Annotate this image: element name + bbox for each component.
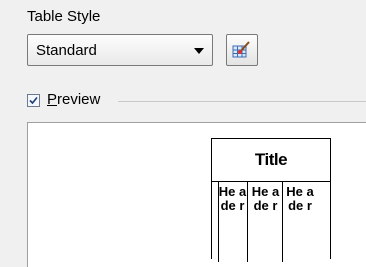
preview-label[interactable]: Preview xyxy=(47,91,100,108)
preview-checkbox[interactable] xyxy=(27,94,40,107)
sample-header-cell: He ade r xyxy=(218,182,248,262)
sample-table-title: Title xyxy=(212,139,330,182)
table-style-dropdown[interactable]: Standard xyxy=(27,34,213,66)
edit-table-style-button[interactable] xyxy=(226,34,258,66)
sample-header-cell: He ade r xyxy=(286,184,314,213)
sample-header-cell: He ade r xyxy=(249,182,283,262)
chevron-down-icon xyxy=(194,48,204,54)
checkmark-icon xyxy=(29,96,38,105)
table-style-label: Table Style xyxy=(27,8,101,25)
preview-group-separator xyxy=(118,101,366,102)
table-style-selected-value: Standard xyxy=(36,42,97,59)
table-style-brush-icon xyxy=(232,41,250,58)
sample-table: Title He ade r He ade r He ade r xyxy=(211,138,331,262)
